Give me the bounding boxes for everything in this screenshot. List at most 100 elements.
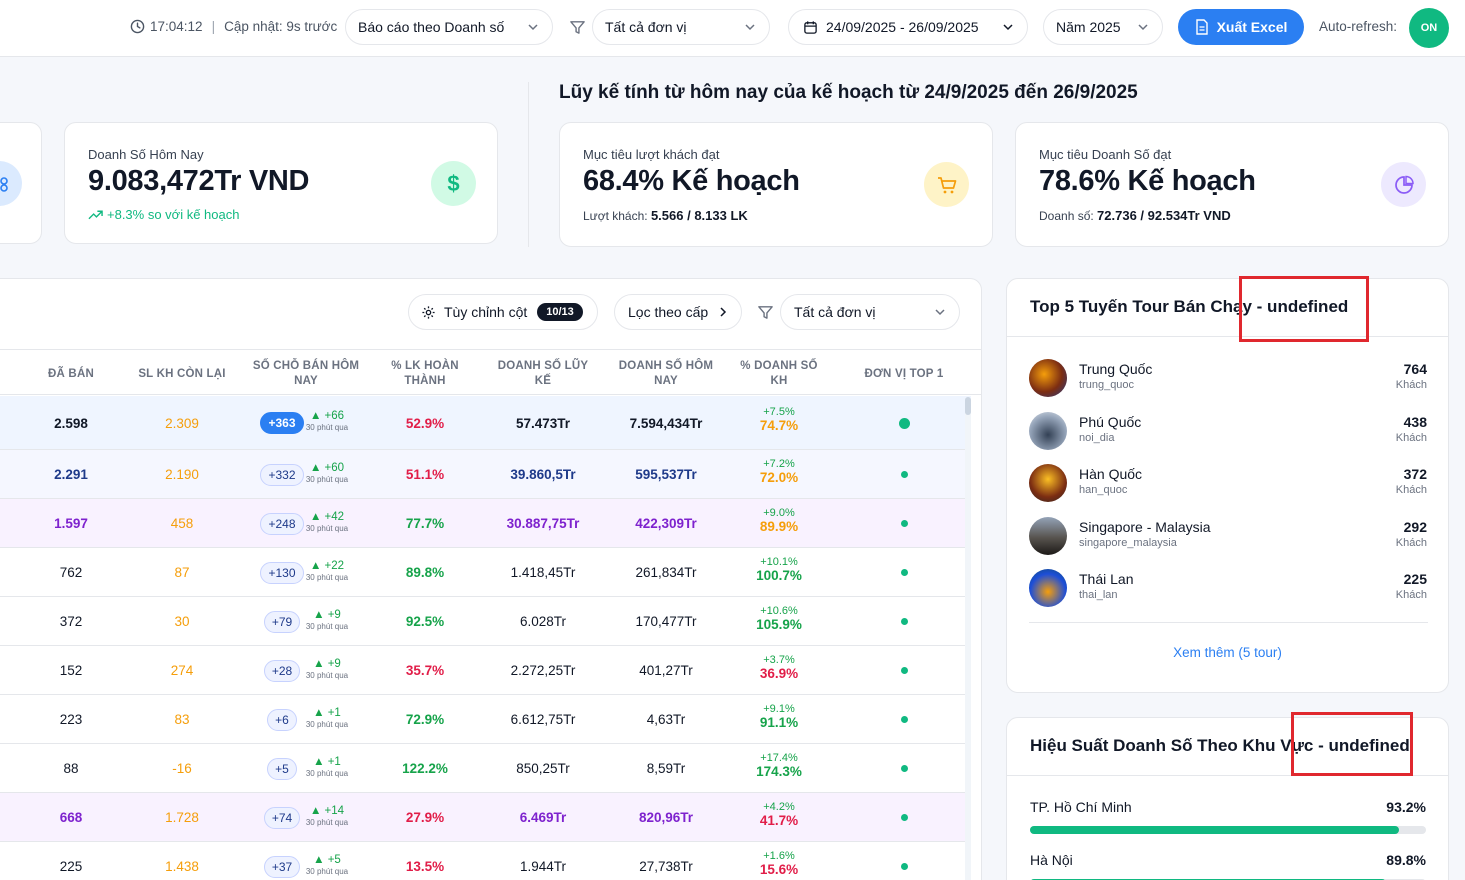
tour-name: Hàn Quốc — [1079, 466, 1143, 482]
tour-code: trung_quoc — [1079, 379, 1135, 391]
filter-icon[interactable] — [569, 19, 586, 36]
tour-thumbnail — [1029, 516, 1067, 555]
file-icon — [1195, 19, 1208, 35]
cell-remaining: 1.438 — [165, 859, 199, 874]
tour-list-item[interactable]: Phú Quốc noi_dia 438 Khách — [1029, 411, 1427, 452]
tour-unit: Khách — [1395, 536, 1427, 549]
col-sold[interactable]: ĐÃ BÁN — [31, 356, 111, 392]
export-excel-label: Xuất Excel — [1216, 19, 1288, 35]
seats-today-badge: +5 — [267, 757, 297, 780]
date-range-picker[interactable]: 24/09/2025 - 26/09/2025 — [788, 9, 1028, 45]
kh-pct-change: +4.2% — [763, 800, 795, 813]
seats-delta-note: 30 phút qua — [305, 719, 349, 729]
cell-sold: 225 — [59, 859, 83, 874]
trending-up-icon — [88, 210, 103, 219]
kh-pct-change: +9.0% — [763, 506, 795, 519]
col-cum-sales[interactable]: DOANH SỐ LŨY KẾ — [489, 356, 597, 392]
top-unit-indicator — [900, 618, 908, 625]
kh-pct-change: +9.1% — [763, 702, 795, 715]
guest-target-value: 68.4% Kế hoạch — [583, 165, 800, 197]
guest-target-sub-label: Lượt khách: — [583, 209, 648, 223]
cell-cum-sales: 850,25Tr — [516, 761, 570, 776]
cell-kh-pct: +4.2% 41.7% — [735, 801, 823, 828]
today-sales-value: 9.083,472Tr VND — [88, 165, 310, 197]
calendar-icon — [804, 20, 817, 34]
clock-icon — [130, 19, 145, 34]
kh-pct-change: +10.6% — [760, 604, 798, 617]
table-row[interactable]: 668 1.728 +74 ▲ +14 30 phút qua 27.9% 6.4… — [0, 793, 971, 842]
cell-today-sales: 8,59Tr — [646, 761, 686, 776]
table-row[interactable]: 2.291 2.190 +332 ▲ +60 30 phút qua 51.1% … — [0, 450, 971, 499]
kh-pct-value: 74.7% — [759, 418, 799, 433]
seats-delta-note: 30 phút qua — [305, 474, 349, 484]
dollar-icon: $ — [431, 161, 476, 206]
current-time: 17:04:12 — [150, 19, 203, 34]
view-more-tours-link[interactable]: Xem thêm (5 tour) — [1007, 645, 1448, 660]
table-row[interactable]: 372 30 +79 ▲ +9 30 phút qua 92.5% 6.028Tr… — [0, 597, 971, 646]
report-type-select[interactable]: Báo cáo theo Doanh số — [345, 9, 553, 45]
table-row[interactable]: 1.597 458 +248 ▲ +42 30 phút qua 77.7% 30… — [0, 499, 971, 548]
chevron-down-icon — [1003, 24, 1013, 31]
region-pct: 89.8% — [1386, 852, 1426, 868]
cell-remaining: -16 — [172, 761, 192, 776]
seats-delta-note: 30 phút qua — [305, 572, 349, 582]
cell-cum-sales: 30.887,75Tr — [506, 516, 580, 531]
col-today-sales[interactable]: DOANH SỐ HÔM NAY — [613, 356, 719, 392]
auto-refresh-toggle[interactable]: ON — [1409, 8, 1449, 48]
kh-pct-value: 41.7% — [759, 812, 799, 828]
tour-list-item[interactable]: Thái Lan thai_lan 225 Khách — [1029, 569, 1427, 609]
customize-columns-button[interactable]: Tùy chỉnh cột 10/13 — [408, 294, 598, 330]
seats-delta-value: ▲ +42 — [309, 510, 345, 523]
date-range-value: 24/09/2025 - 26/09/2025 — [826, 19, 979, 35]
year-select-value: Năm 2025 — [1056, 19, 1121, 35]
table-row[interactable]: 88 -16 +5 ▲ +1 30 phút qua 122.2% 850,25T… — [0, 744, 971, 793]
cell-today-sales: 422,309Tr — [635, 516, 697, 531]
top-unit-indicator — [898, 417, 910, 429]
table-row[interactable]: 762 87 +130 ▲ +22 30 phút qua 89.8% 1.418… — [0, 548, 971, 597]
table-row[interactable]: 2.598 2.309 +363 ▲ +66 30 phút qua 52.9% … — [0, 396, 971, 450]
top-unit-indicator — [900, 569, 908, 576]
top-bar: 17:04:12 | Cập nhật: 9s trước Báo cáo th… — [0, 0, 1465, 57]
seats-delta-value: ▲ +1 — [313, 706, 341, 719]
tour-code: singapore_malaysia — [1079, 536, 1177, 549]
seats-delta-value: ▲ +1 — [313, 755, 341, 768]
gear-icon — [422, 305, 435, 319]
level-filter-button[interactable]: Lọc theo cấp — [614, 294, 742, 330]
cell-cum-sales: 57.473Tr — [515, 415, 571, 431]
tour-thumbnail — [1029, 411, 1067, 450]
col-kh-pct[interactable]: % DOANH SỐ KH — [735, 356, 823, 392]
cell-sold: 223 — [59, 712, 83, 727]
kh-pct-value: 15.6% — [759, 861, 799, 877]
cell-lk-pct: 27.9% — [405, 810, 445, 825]
cell-lk-pct: 51.1% — [405, 467, 445, 482]
highlight-box — [1239, 276, 1369, 342]
seats-today-badge: +37 — [263, 855, 301, 878]
guest-target-card: Mục tiêu lượt khách đạt 68.4% Kế hoạch L… — [559, 122, 993, 247]
kh-pct-change: +17.4% — [760, 751, 798, 764]
table-row[interactable]: 152 274 +28 ▲ +9 30 phút qua 35.7% 2.272,… — [0, 646, 971, 695]
cell-remaining: 1.728 — [165, 810, 199, 825]
cell-cum-sales: 6.612,75Tr — [510, 712, 576, 727]
kh-pct-value: 91.1% — [759, 714, 799, 730]
year-select[interactable]: Năm 2025 — [1043, 9, 1163, 45]
tour-list-item[interactable]: Singapore - Malaysia singapore_malaysia … — [1029, 516, 1427, 557]
tour-unit: Khách — [1395, 431, 1427, 444]
tour-list-item[interactable]: Hàn Quốc han_quoc 372 Khách — [1029, 464, 1427, 504]
filter-icon[interactable] — [757, 304, 774, 321]
scrollbar-thumb[interactable] — [965, 397, 971, 415]
export-excel-button[interactable]: Xuất Excel — [1178, 9, 1304, 45]
col-top-unit[interactable]: ĐƠN VỊ TOP 1 — [851, 356, 957, 392]
table-row[interactable]: 223 83 +6 ▲ +1 30 phút qua 72.9% 6.612,75… — [0, 695, 971, 744]
table-scrollbar[interactable] — [965, 397, 971, 880]
seats-delta-value: ▲ +5 — [313, 853, 341, 866]
tour-list-item[interactable]: Trung Quốc trung_quoc 764 Khách — [1029, 359, 1427, 399]
divider — [528, 82, 529, 247]
table-unit-select[interactable]: Tất cả đơn vị — [780, 294, 960, 330]
table-row[interactable]: 225 1.438 +37 ▲ +5 30 phút qua 13.5% 1.94… — [0, 842, 971, 880]
col-seats-today[interactable]: SỐ CHỖ BÁN HÔM NAY — [247, 356, 365, 392]
col-remaining[interactable]: SL KH CÒN LẠI — [131, 356, 233, 392]
cell-seats-delta: ▲ +1 30 phút qua — [297, 707, 357, 729]
unit-select[interactable]: Tất cả đơn vị — [592, 9, 770, 45]
col-lk-pct[interactable]: % LK HOÀN THÀNH — [383, 356, 467, 392]
today-sales-label: Doanh Số Hôm Nay — [88, 147, 204, 162]
